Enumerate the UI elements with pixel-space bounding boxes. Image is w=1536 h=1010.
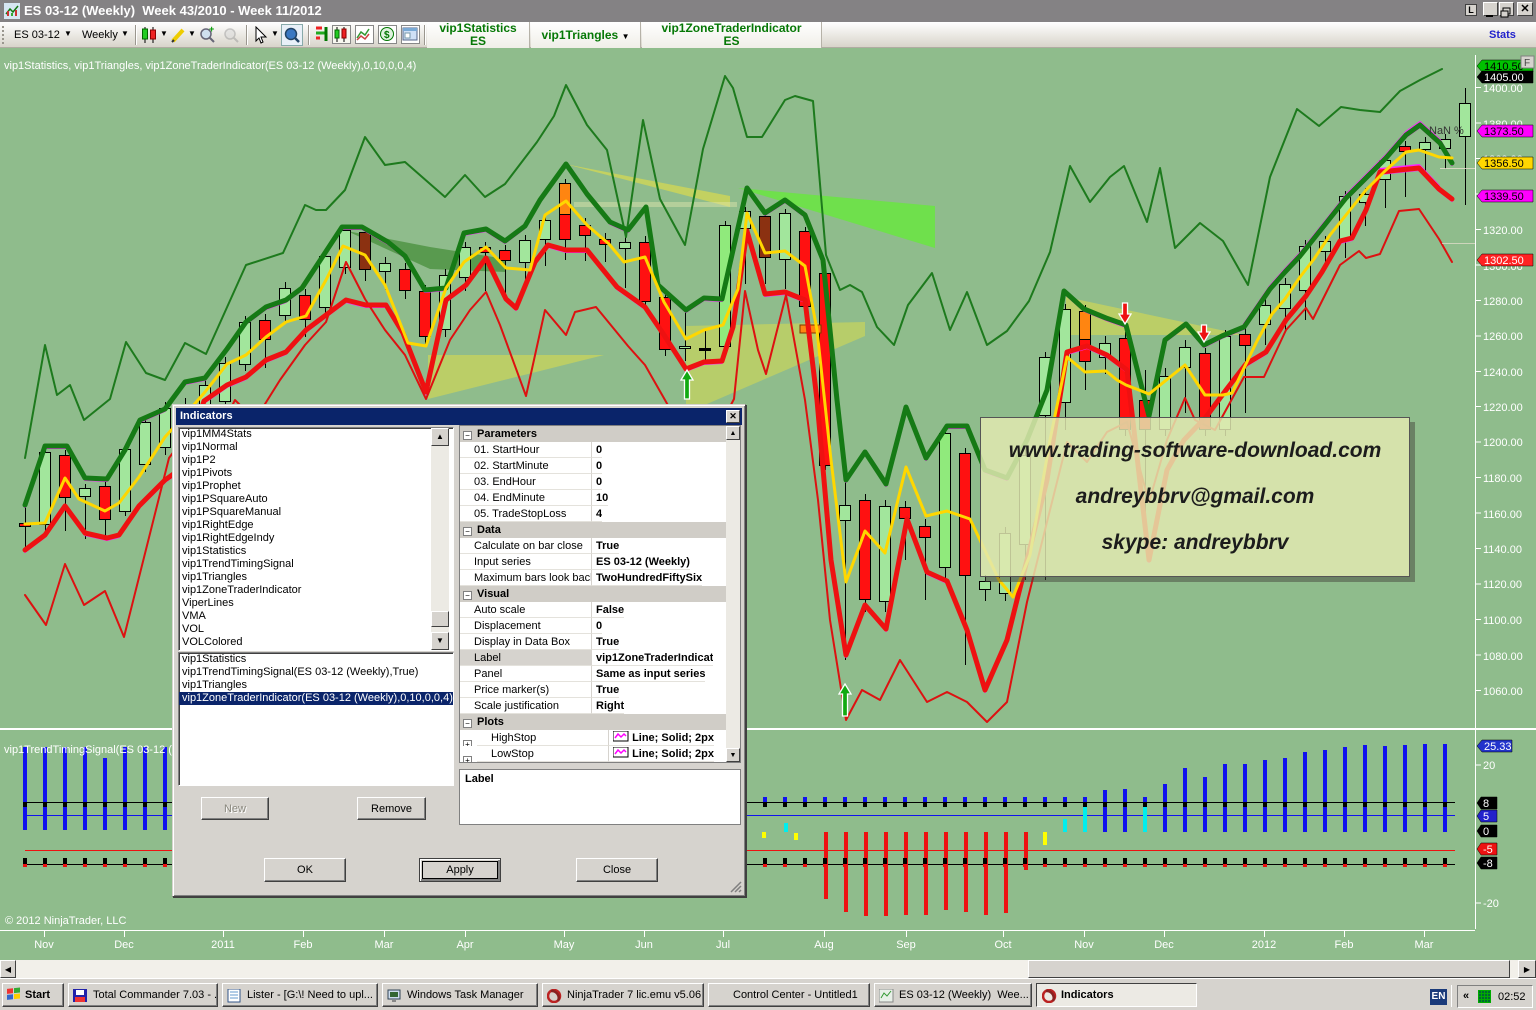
- svg-text:1140.00: 1140.00: [1483, 544, 1522, 556]
- svg-text:8: 8: [1483, 798, 1489, 810]
- svg-text:5: 5: [1483, 811, 1489, 823]
- svg-text:25.33: 25.33: [1484, 741, 1512, 753]
- svg-text:+: +: [209, 25, 214, 34]
- svg-text:1200.00: 1200.00: [1483, 437, 1523, 449]
- svg-text:Dec: Dec: [114, 939, 134, 951]
- svg-text:Mar: Mar: [1415, 939, 1434, 951]
- svg-text:Feb: Feb: [294, 939, 313, 951]
- svg-text:-8: -8: [1483, 858, 1493, 870]
- svg-text:2012: 2012: [1252, 939, 1276, 951]
- svg-text:1060.00: 1060.00: [1483, 686, 1523, 698]
- svg-text:Jun: Jun: [635, 939, 653, 951]
- svg-text:1260.00: 1260.00: [1483, 331, 1523, 343]
- svg-text:NaN %: NaN %: [1429, 125, 1464, 137]
- svg-text:Apr: Apr: [456, 939, 473, 951]
- svg-text:Feb: Feb: [1335, 939, 1354, 951]
- svg-text:1339.50: 1339.50: [1484, 191, 1524, 203]
- svg-text:1120.00: 1120.00: [1483, 579, 1522, 591]
- svg-text:1320.00: 1320.00: [1483, 225, 1523, 237]
- svg-text:-5: -5: [1483, 844, 1493, 856]
- svg-text:Aug: Aug: [814, 939, 834, 951]
- svg-text:2011: 2011: [211, 939, 235, 951]
- svg-text:Jul: Jul: [716, 939, 730, 951]
- svg-text:1280.00: 1280.00: [1483, 296, 1523, 308]
- svg-text:0: 0: [1483, 826, 1489, 838]
- svg-text:1356.50: 1356.50: [1484, 158, 1524, 170]
- svg-text:-20: -20: [1483, 898, 1499, 910]
- svg-text:$: $: [384, 30, 390, 41]
- svg-text:20: 20: [1483, 760, 1495, 772]
- svg-text:May: May: [554, 939, 575, 951]
- svg-text:1160.00: 1160.00: [1483, 509, 1522, 521]
- svg-text:1373.50: 1373.50: [1484, 126, 1524, 138]
- svg-text:1302.50: 1302.50: [1484, 255, 1524, 267]
- svg-text:Sep: Sep: [896, 939, 916, 951]
- svg-text:1180.00: 1180.00: [1483, 473, 1522, 485]
- svg-text:1240.00: 1240.00: [1483, 367, 1523, 379]
- svg-text:Mar: Mar: [375, 939, 394, 951]
- svg-text:1080.00: 1080.00: [1483, 651, 1523, 663]
- svg-text:1220.00: 1220.00: [1483, 402, 1523, 414]
- svg-text:F: F: [1524, 58, 1530, 69]
- svg-text:Nov: Nov: [1074, 939, 1094, 951]
- svg-text:Nov: Nov: [34, 939, 54, 951]
- svg-text:1405.00: 1405.00: [1484, 72, 1524, 84]
- svg-text:Oct: Oct: [994, 939, 1011, 951]
- svg-text:1400.00: 1400.00: [1483, 83, 1523, 95]
- svg-text:1100.00: 1100.00: [1483, 615, 1522, 627]
- svg-text:Dec: Dec: [1154, 939, 1174, 951]
